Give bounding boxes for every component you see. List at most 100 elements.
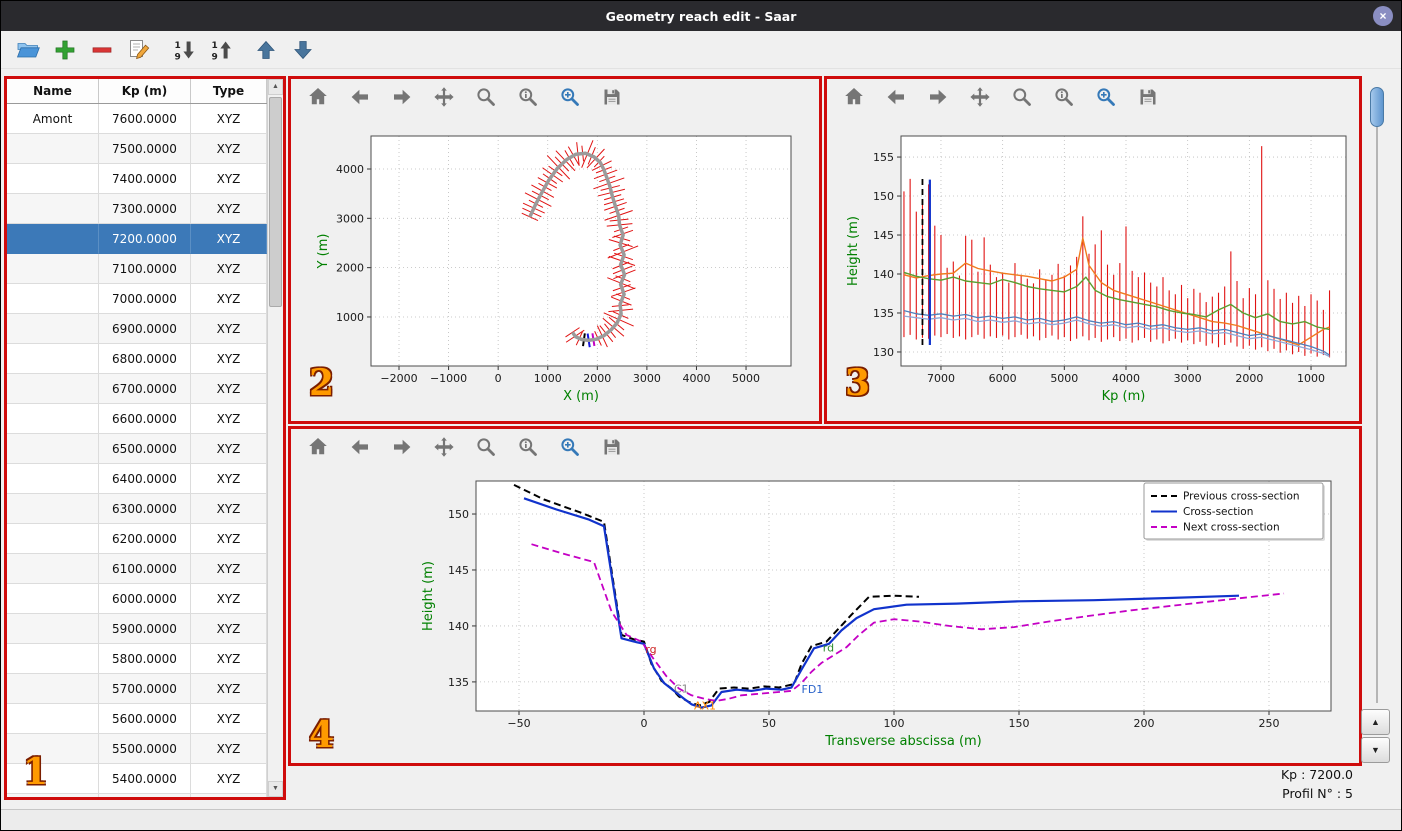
cell-type: XYZ: [191, 104, 267, 134]
cell-type: XYZ: [191, 224, 267, 254]
zoom-select-icon[interactable]: [515, 434, 541, 460]
svg-text:Next cross-section: Next cross-section: [1183, 522, 1280, 534]
zoom-icon[interactable]: [1009, 84, 1035, 110]
table-row[interactable]: 6100.0000 XYZ: [7, 554, 267, 584]
cell-type: XYZ: [191, 614, 267, 644]
svg-text:rg: rg: [645, 643, 656, 656]
cross-section-plot[interactable]: −50 0 50 100 150 200 250 135 140 145 150 Transverse…: [291, 465, 1359, 763]
slider-thumb[interactable]: [1370, 87, 1384, 127]
cell-kp: 7000.0000: [99, 284, 191, 314]
profile-down-button[interactable]: ▼: [1361, 737, 1390, 763]
table-row[interactable]: 6200.0000 XYZ: [7, 524, 267, 554]
table-row[interactable]: 5600.0000 XYZ: [7, 704, 267, 734]
table-row[interactable]: 7000.0000 XYZ: [7, 284, 267, 314]
svg-text:Cross-section: Cross-section: [1183, 506, 1253, 518]
table-row[interactable]: 5800.0000 XYZ: [7, 644, 267, 674]
zoom-in-icon[interactable]: [1093, 84, 1119, 110]
slider-track: [1376, 93, 1378, 703]
scroll-down-button[interactable]: ▼: [268, 781, 283, 797]
table-scrollbar[interactable]: ▲ ▼: [267, 79, 283, 797]
back-icon[interactable]: [347, 434, 373, 460]
table-row[interactable]: 6800.0000 XYZ: [7, 344, 267, 374]
svg-text:−50: −50: [507, 717, 530, 730]
zoom-in-icon[interactable]: [557, 434, 583, 460]
close-button[interactable]: ×: [1373, 6, 1393, 26]
cell-kp: 7400.0000: [99, 164, 191, 194]
cell-type: XYZ: [191, 374, 267, 404]
zoom-select-icon[interactable]: [515, 84, 541, 110]
cross-section-panel: −50 0 50 100 150 200 250 135 140 145 150 Transverse…: [288, 426, 1362, 766]
table-row[interactable]: 6300.0000 XYZ: [7, 494, 267, 524]
edit-profile-button[interactable]: [126, 37, 152, 63]
cell-kp: 7600.0000: [99, 104, 191, 134]
panel-number-3: 3: [845, 362, 871, 404]
cell-name: [7, 644, 99, 674]
pan-icon[interactable]: [431, 434, 457, 460]
forward-icon[interactable]: [389, 434, 415, 460]
forward-icon[interactable]: [925, 84, 951, 110]
open-file-button[interactable]: [15, 37, 41, 63]
table-row[interactable]: Amont 7600.0000 XYZ: [7, 104, 267, 134]
back-icon[interactable]: [883, 84, 909, 110]
back-icon[interactable]: [347, 84, 373, 110]
cell-type: XYZ: [191, 464, 267, 494]
table-row[interactable]: 7100.0000 XYZ: [7, 254, 267, 284]
cell-kp: 5400.0000: [99, 764, 191, 794]
zoom-in-icon[interactable]: [557, 84, 583, 110]
table-row[interactable]: 6900.0000 XYZ: [7, 314, 267, 344]
table-row[interactable]: 6000.0000 XYZ: [7, 584, 267, 614]
forward-icon[interactable]: [389, 84, 415, 110]
table-row[interactable]: 5900.0000 XYZ: [7, 614, 267, 644]
svg-text:1000: 1000: [534, 372, 562, 385]
long-profile-plot[interactable]: 7000 6000 5000 4000 3000 2000 1000 130 135 140 145…: [827, 115, 1359, 421]
plan-view-plot[interactable]: −2000 −1000 0 1000 2000 3000 4000 5000 1000 2000 3…: [291, 115, 819, 421]
add-profile-button[interactable]: [52, 37, 78, 63]
zoom-icon[interactable]: [473, 84, 499, 110]
table-row[interactable]: 6700.0000 XYZ: [7, 374, 267, 404]
home-icon[interactable]: [305, 434, 331, 460]
table-row[interactable]: 7400.0000 XYZ: [7, 164, 267, 194]
svg-text:C1: C1: [674, 683, 689, 696]
zoom-icon[interactable]: [473, 434, 499, 460]
table-row[interactable]: 5300.0000XYZ: [7, 794, 267, 797]
main-toolbar: 19 19: [1, 31, 1401, 69]
cell-kp: 7200.0000: [99, 224, 191, 254]
cell-name: [7, 524, 99, 554]
table-row[interactable]: 7200.0000 XYZ: [7, 224, 267, 254]
svg-text:4000: 4000: [336, 163, 364, 176]
pan-icon[interactable]: [967, 84, 993, 110]
cell-kp: 6500.0000: [99, 434, 191, 464]
table-row[interactable]: 7300.0000 XYZ: [7, 194, 267, 224]
table-row[interactable]: 6400.0000 XYZ: [7, 464, 267, 494]
sort-descending-button[interactable]: 19: [171, 37, 197, 63]
table-row[interactable]: 7500.0000 XYZ: [7, 134, 267, 164]
svg-text:3000: 3000: [336, 212, 364, 225]
save-icon[interactable]: [599, 434, 625, 460]
pan-icon[interactable]: [431, 84, 457, 110]
svg-text:140: 140: [873, 268, 894, 281]
home-icon[interactable]: [305, 84, 331, 110]
cell-kp: 6800.0000: [99, 344, 191, 374]
save-icon[interactable]: [1135, 84, 1161, 110]
cell-type: XYZ: [191, 284, 267, 314]
open-folder-icon: [16, 42, 40, 57]
scroll-up-button[interactable]: ▲: [268, 79, 283, 95]
remove-profile-button[interactable]: [89, 37, 115, 63]
move-profile-up-button[interactable]: [253, 37, 279, 63]
svg-text:1: 1: [212, 41, 218, 51]
sort-ascending-button[interactable]: 19: [208, 37, 234, 63]
profile-slider[interactable]: [1370, 87, 1384, 707]
table-row[interactable]: 6600.0000 XYZ: [7, 404, 267, 434]
svg-text:150: 150: [448, 508, 469, 521]
home-icon[interactable]: [841, 84, 867, 110]
content-area: Name Kp (m) Type Amont 7600.0000 XYZ 7500.0…: [1, 69, 1401, 809]
profile-up-button[interactable]: ▲: [1361, 709, 1390, 735]
cell-type: XYZ: [191, 764, 267, 794]
table-row[interactable]: 5700.0000 XYZ: [7, 674, 267, 704]
zoom-select-icon[interactable]: [1051, 84, 1077, 110]
table-row[interactable]: 6500.0000 XYZ: [7, 434, 267, 464]
save-icon[interactable]: [599, 84, 625, 110]
scrollbar-thumb[interactable]: [269, 97, 282, 307]
move-profile-down-button[interactable]: [290, 37, 316, 63]
profiles-table: Name Kp (m) Type Amont 7600.0000 XYZ 7500.0…: [7, 79, 267, 797]
